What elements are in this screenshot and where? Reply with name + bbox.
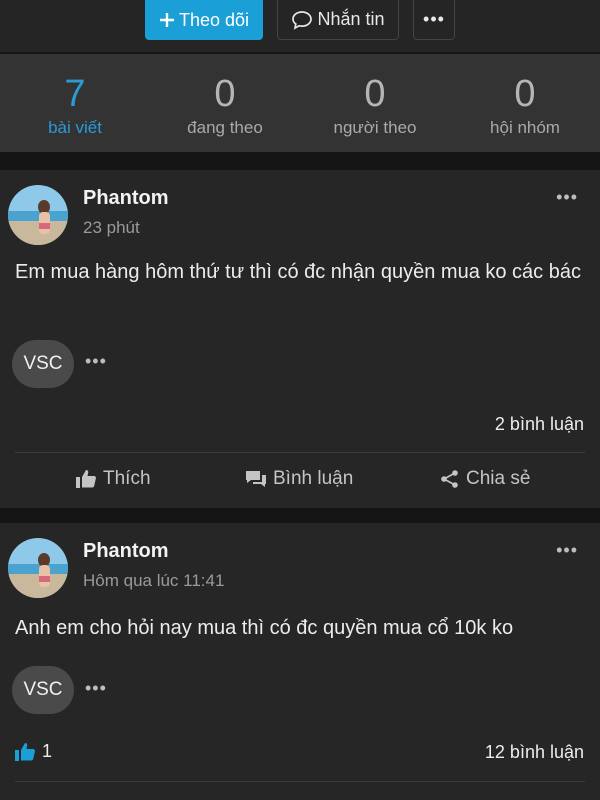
topic-tag[interactable]: VSC (12, 666, 74, 714)
share-label: Chia sẻ (466, 468, 531, 489)
message-button[interactable]: Nhắn tin (277, 0, 399, 40)
stat-posts[interactable]: 7 bài viết (0, 54, 150, 152)
post-time: Hôm qua lúc 11:41 (83, 571, 225, 590)
stat-followers-count: 0 (364, 73, 386, 115)
like-count[interactable]: 1 (14, 741, 52, 762)
like-count-value: 1 (42, 741, 53, 761)
more-dots-icon: ••• (423, 9, 445, 29)
avatar[interactable] (8, 185, 68, 245)
divider (15, 781, 585, 782)
post-author[interactable]: Phantom (83, 187, 169, 210)
topic-tag[interactable]: VSC (12, 340, 74, 388)
comment-label: Bình luận (273, 468, 354, 489)
post-card: Phantom Hôm qua lúc 11:41 ••• Anh em cho… (0, 523, 600, 800)
post-time: 23 phút (83, 218, 140, 237)
follow-label: Theo dõi (178, 9, 250, 30)
follow-button[interactable]: Theo dõi (145, 0, 263, 40)
comment-icon (246, 471, 266, 487)
share-icon (441, 470, 458, 488)
tag-more-button[interactable]: ••• (85, 678, 107, 699)
stat-groups-label: hội nhóm (490, 118, 560, 137)
post-text: Em mua hàng hôm thứ tư thì có đc nhận qu… (15, 261, 581, 283)
share-button[interactable]: Chia sẻ (440, 468, 530, 490)
profile-stats: 7 bài viết 0 đang theo 0 người theo 0 hộ… (0, 54, 600, 152)
stat-posts-label: bài viết (48, 118, 102, 137)
stat-followers-label: người theo (333, 118, 417, 137)
like-button[interactable]: Thích (75, 468, 151, 490)
post-text: Anh em cho hỏi nay mua thì có đc quyền m… (15, 617, 514, 639)
stat-following-label: đang theo (187, 118, 263, 137)
more-options-button[interactable]: ••• (413, 0, 455, 40)
like-label: Thích (103, 468, 151, 489)
divider (15, 452, 585, 453)
comment-count[interactable]: 12 bình luận (485, 742, 584, 763)
stat-posts-count: 7 (64, 73, 86, 115)
tag-more-button[interactable]: ••• (85, 351, 107, 372)
post-card: Phantom 23 phút ••• Em mua hàng hôm thứ … (0, 170, 600, 508)
post-menu-button[interactable]: ••• (556, 187, 578, 208)
stat-groups-count: 0 (514, 73, 536, 115)
stat-following-count: 0 (214, 73, 236, 115)
stat-groups[interactable]: 0 hội nhóm (450, 54, 600, 152)
avatar[interactable] (8, 538, 68, 598)
chat-bubble-icon (291, 10, 313, 30)
comment-count[interactable]: 2 bình luận (495, 414, 584, 435)
stat-following[interactable]: 0 đang theo (150, 54, 300, 152)
comment-button[interactable]: Bình luận (245, 468, 353, 490)
stat-followers[interactable]: 0 người theo (300, 54, 450, 152)
message-label: Nhắn tin (317, 9, 385, 29)
thumbs-up-icon (76, 470, 96, 488)
post-author[interactable]: Phantom (83, 540, 169, 563)
plus-icon (159, 12, 175, 28)
thumbs-up-icon (15, 742, 35, 761)
post-menu-button[interactable]: ••• (556, 540, 578, 561)
profile-action-bar: Theo dõi Nhắn tin ••• (0, 0, 600, 52)
